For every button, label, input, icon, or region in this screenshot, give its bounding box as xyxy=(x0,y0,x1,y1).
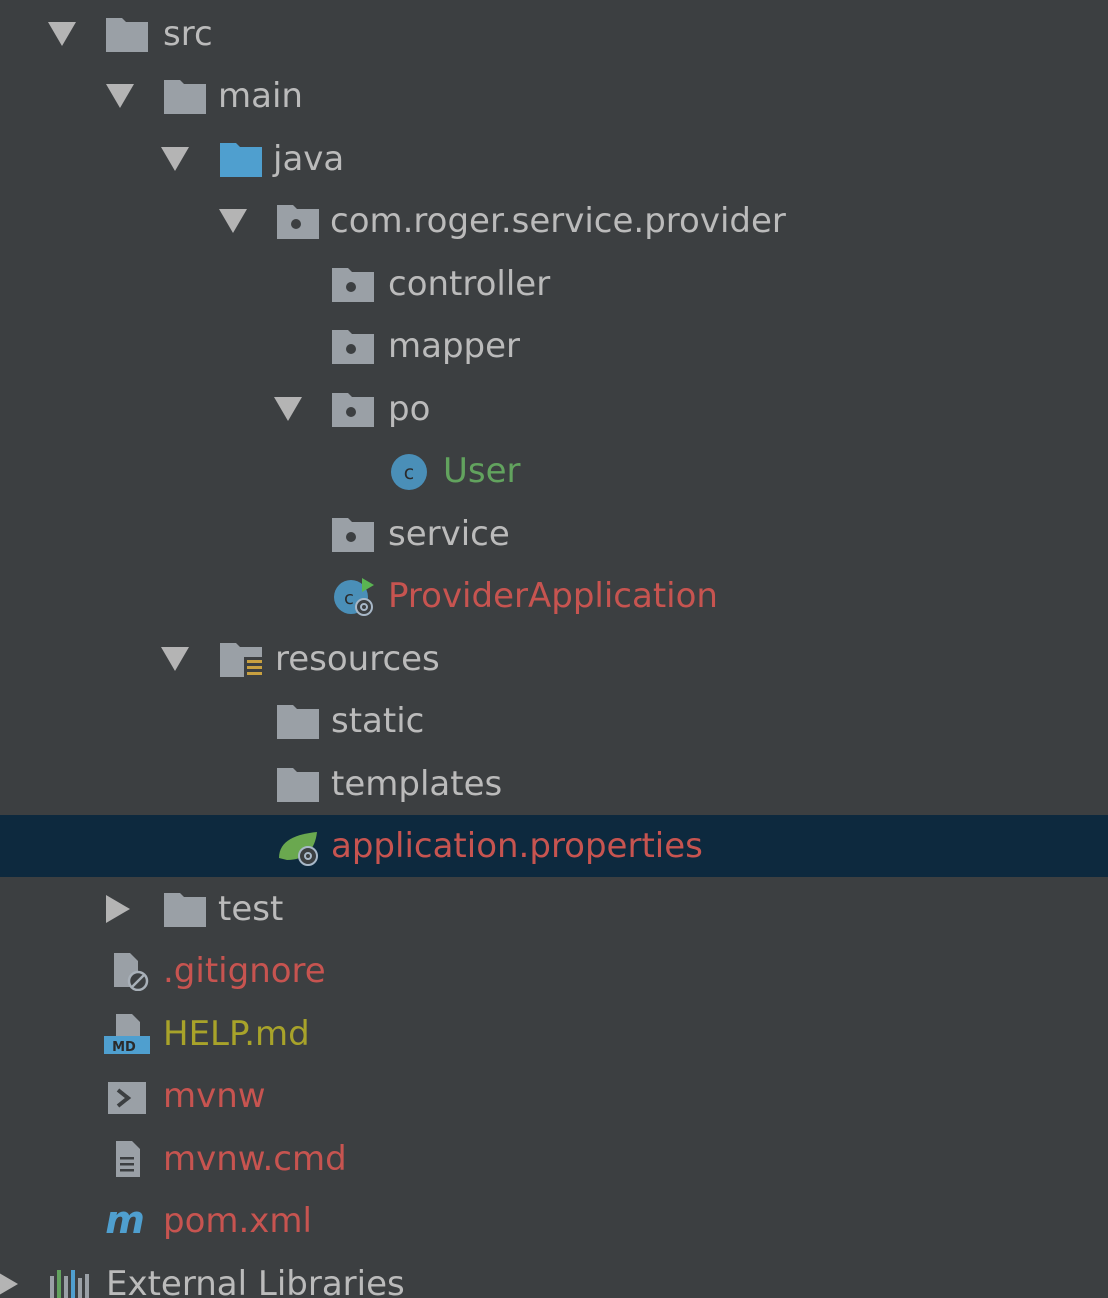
tree-node-label: controller xyxy=(388,264,551,304)
project-tree: src main java com.roger.service.provider… xyxy=(0,0,1108,1298)
tree-node-label: ProviderApplication xyxy=(388,576,718,616)
tree-node-external-libraries[interactable]: External Libraries xyxy=(0,1253,1108,1298)
tree-node-label: test xyxy=(218,889,284,929)
package-icon xyxy=(330,514,376,554)
tree-node-label: mapper xyxy=(388,326,521,366)
package-icon xyxy=(330,326,376,366)
text-file-icon xyxy=(106,1139,152,1179)
tree-node-pom-xml[interactable]: m pom.xml xyxy=(0,1190,1108,1252)
tree-node-label: static xyxy=(331,701,425,741)
collapse-arrow-icon[interactable] xyxy=(0,1270,18,1298)
tree-node-mvnw-cmd[interactable]: mvnw.cmd xyxy=(0,1128,1108,1190)
svg-text:MD: MD xyxy=(112,1040,136,1054)
tree-node-help-md[interactable]: MD HELP.md xyxy=(0,1003,1108,1065)
package-icon xyxy=(330,264,376,304)
expand-arrow-icon[interactable] xyxy=(161,147,189,171)
expand-arrow-icon[interactable] xyxy=(161,647,189,671)
spring-boot-class-icon: c xyxy=(330,576,376,616)
tree-node-label: User xyxy=(443,451,521,491)
tree-node-mvnw[interactable]: mvnw xyxy=(0,1065,1108,1127)
libraries-icon xyxy=(48,1264,94,1298)
tree-node-label: mvnw xyxy=(163,1076,266,1116)
tree-node-controller[interactable]: controller xyxy=(0,253,1108,315)
tree-node-label: service xyxy=(388,514,510,554)
folder-icon xyxy=(104,14,150,54)
tree-node-mapper[interactable]: mapper xyxy=(0,315,1108,377)
tree-node-static[interactable]: static xyxy=(0,690,1108,752)
svg-text:m: m xyxy=(105,1201,145,1241)
tree-node-provider-application[interactable]: c ProviderApplication xyxy=(0,565,1108,627)
folder-icon xyxy=(162,76,208,116)
resources-folder-icon xyxy=(218,639,264,679)
source-folder-icon xyxy=(218,139,264,179)
package-icon xyxy=(330,389,376,429)
tree-node-label: .gitignore xyxy=(163,951,326,991)
folder-icon xyxy=(275,764,321,804)
tree-node-label: resources xyxy=(275,639,440,679)
expand-arrow-icon[interactable] xyxy=(48,22,76,46)
tree-node-src[interactable]: src xyxy=(0,3,1108,65)
tree-node-package-root[interactable]: com.roger.service.provider xyxy=(0,190,1108,252)
tree-node-service[interactable]: service xyxy=(0,503,1108,565)
tree-node-label: pom.xml xyxy=(163,1201,312,1241)
tree-node-label: External Libraries xyxy=(106,1264,405,1298)
tree-node-label: java xyxy=(273,139,345,179)
tree-node-label: main xyxy=(218,76,303,116)
svg-text:c: c xyxy=(404,462,414,484)
tree-node-templates[interactable]: templates xyxy=(0,753,1108,815)
tree-node-main[interactable]: main xyxy=(0,65,1108,127)
tree-node-po[interactable]: po xyxy=(0,378,1108,440)
java-class-icon: c xyxy=(386,451,432,491)
shell-script-icon xyxy=(106,1076,152,1116)
maven-icon: m xyxy=(102,1201,148,1241)
expand-arrow-icon[interactable] xyxy=(106,84,134,108)
package-icon xyxy=(275,201,321,241)
svg-text:c: c xyxy=(344,588,354,609)
tree-node-label: po xyxy=(388,389,431,429)
tree-node-user[interactable]: c User xyxy=(0,440,1108,502)
tree-node-label: application.properties xyxy=(331,826,703,866)
markdown-icon: MD xyxy=(104,1014,150,1054)
expand-arrow-icon[interactable] xyxy=(274,397,302,421)
tree-node-test[interactable]: test xyxy=(0,878,1108,940)
tree-node-application-properties[interactable]: application.properties xyxy=(0,815,1108,877)
tree-node-label: templates xyxy=(331,764,503,804)
tree-node-label: com.roger.service.provider xyxy=(330,201,786,241)
tree-node-label: mvnw.cmd xyxy=(163,1139,347,1179)
tree-node-gitignore[interactable]: .gitignore xyxy=(0,940,1108,1002)
expand-arrow-icon[interactable] xyxy=(219,209,247,233)
folder-icon xyxy=(275,701,321,741)
folder-icon xyxy=(162,889,208,929)
tree-node-label: HELP.md xyxy=(163,1014,310,1054)
tree-node-label: src xyxy=(163,14,213,54)
tree-node-resources[interactable]: resources xyxy=(0,628,1108,690)
tree-node-java[interactable]: java xyxy=(0,128,1108,190)
spring-properties-icon xyxy=(275,826,321,866)
ignore-file-icon xyxy=(106,951,152,991)
collapse-arrow-icon[interactable] xyxy=(106,895,130,923)
